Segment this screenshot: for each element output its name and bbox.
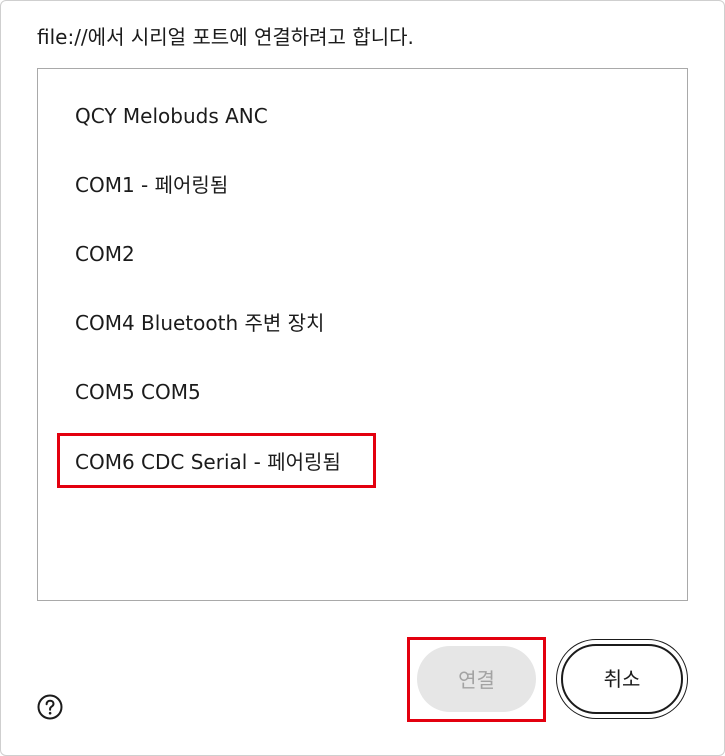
cancel-button[interactable]: 취소 <box>556 639 688 719</box>
port-item-com6[interactable]: COM6 CDC Serial - 페어링됨 <box>75 448 341 476</box>
help-icon[interactable] <box>37 694 63 720</box>
serial-port-dialog: file://에서 시리얼 포트에 연결하려고 합니다. QCY Melobud… <box>0 0 725 756</box>
port-item-com2[interactable]: COM2 <box>75 240 135 268</box>
port-item-com1[interactable]: COM1 - 페어링됨 <box>75 171 228 199</box>
port-item-com5[interactable]: COM5 COM5 <box>75 378 201 406</box>
cancel-button-label: 취소 <box>561 644 683 714</box>
dialog-title: file://에서 시리얼 포트에 연결하려고 합니다. <box>37 25 414 49</box>
connect-button[interactable]: 연결 <box>417 646 536 712</box>
port-item-qcy-melobuds[interactable]: QCY Melobuds ANC <box>75 102 268 130</box>
port-list[interactable]: QCY Melobuds ANC COM1 - 페어링됨 COM2 COM4 B… <box>37 68 688 601</box>
port-item-com4[interactable]: COM4 Bluetooth 주변 장치 <box>75 309 324 337</box>
